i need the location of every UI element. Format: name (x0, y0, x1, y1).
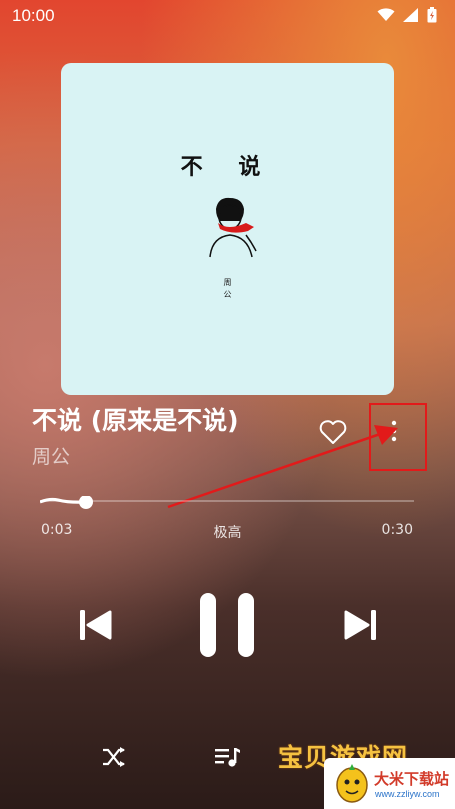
site-name: 大米下载站 (374, 770, 450, 788)
total-time: 0:30 (381, 522, 413, 538)
signal-icon (403, 8, 418, 22)
next-track-icon[interactable] (344, 610, 376, 640)
status-time: 10:00 (12, 6, 55, 25)
annotation-highlight-box (369, 403, 427, 471)
site-url: www.zzliyw.com (375, 789, 440, 799)
song-title: 不说 (原来是不说) (32, 406, 239, 435)
cover-title: 不 说 (180, 154, 275, 180)
battery-icon (427, 7, 437, 23)
site-logo-icon (336, 764, 368, 803)
progress-thumb[interactable] (79, 496, 93, 509)
wifi-icon (377, 8, 395, 21)
cover-figure-illustration (209, 197, 257, 258)
status-icons (377, 7, 437, 23)
playlist-icon[interactable] (215, 746, 241, 768)
site-badge: 大米下载站 www.zzliyw.com (324, 758, 455, 809)
shuffle-icon[interactable] (102, 746, 126, 768)
cover-artist: 周 公 (223, 278, 232, 299)
album-cover[interactable]: 不 说 周 公 (61, 63, 394, 395)
status-bar: 10:00 (0, 0, 455, 32)
pause-button[interactable] (200, 593, 256, 657)
favorite-heart-icon[interactable] (318, 418, 348, 446)
previous-track-icon[interactable] (80, 610, 112, 640)
progress-bar[interactable] (40, 496, 414, 510)
song-artist[interactable]: 周公 (32, 442, 70, 469)
